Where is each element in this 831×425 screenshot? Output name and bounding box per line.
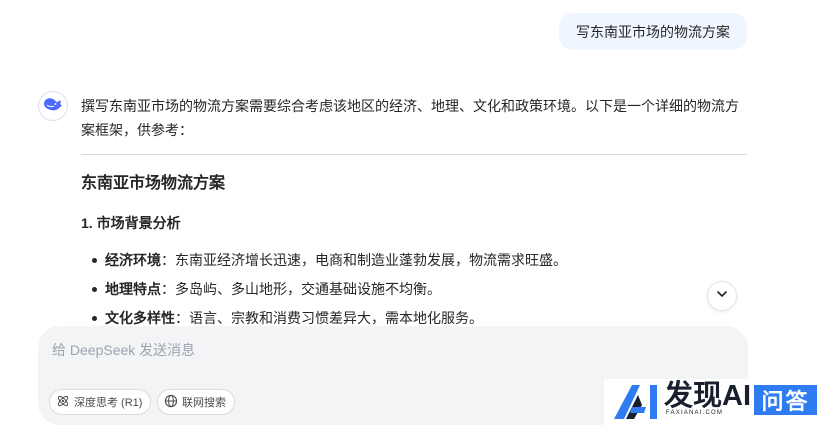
atom-icon <box>56 394 70 411</box>
chat-page: 写东南亚市场的物流方案 撰写东南亚市场的物流方案需要综合考虑该地区的经济、地理、… <box>0 0 831 425</box>
bullet-separator: ： <box>161 281 175 297</box>
list-item: 经济环境：东南亚经济增长迅速，电商和制造业蓬勃发展，物流需求旺盛。 <box>81 248 749 272</box>
user-message-text: 写东南亚市场的物流方案 <box>576 23 730 40</box>
deepseek-whale-icon <box>43 96 63 117</box>
user-message-bubble: 写东南亚市场的物流方案 <box>559 13 747 50</box>
bullet-term: 地理特点 <box>105 281 161 297</box>
section-title: 1. 市场背景分析 <box>81 215 181 231</box>
bullet-list: 经济环境：东南亚经济增长迅速，电商和制造业蓬勃发展，物流需求旺盛。 地理特点：多… <box>81 248 749 330</box>
web-search-label: 联网搜索 <box>182 397 226 409</box>
bullet-separator: ： <box>175 310 189 326</box>
deep-think-toggle[interactable]: 深度思考 (R1) <box>49 389 152 415</box>
divider <box>81 154 747 155</box>
deep-think-label: 深度思考 (R1) <box>74 397 143 409</box>
answer-heading: 东南亚市场物流方案 <box>81 175 226 192</box>
bullet-text: 语言、宗教和消费习惯差异大，需本地化服务。 <box>189 310 483 326</box>
watermark-logo: 发现AI FAXIANAI.COM 问答 <box>604 379 831 425</box>
watermark-brand: 发现AI <box>664 380 752 412</box>
bullet-text: 多岛屿、多山地形，交通基础设施不均衡。 <box>175 281 441 297</box>
bullet-term: 文化多样性 <box>105 310 175 326</box>
assistant-intro: 撰写东南亚市场的物流方案需要综合考虑该地区的经济、地理、文化和政策环境。以下是一… <box>81 98 739 138</box>
bullet-separator: ： <box>161 252 175 268</box>
web-search-toggle[interactable]: 联网搜索 <box>157 389 235 415</box>
assistant-avatar <box>38 91 68 121</box>
watermark-badge: 问答 <box>754 385 817 415</box>
chevron-down-icon <box>715 287 729 306</box>
bullet-text: 东南亚经济增长迅速，电商和制造业蓬勃发展，物流需求旺盛。 <box>175 252 567 268</box>
list-item: 地理特点：多岛屿、多山地形，交通基础设施不均衡。 <box>81 277 749 301</box>
bullet-term: 经济环境 <box>105 252 161 268</box>
scroll-to-bottom-button[interactable] <box>707 281 737 311</box>
watermark-domain: FAXIANAI.COM <box>666 410 724 416</box>
globe-icon <box>164 394 178 411</box>
message-input[interactable] <box>50 338 734 382</box>
assistant-message: 撰写东南亚市场的物流方案需要综合考虑该地区的经济、地理、文化和政策环境。以下是一… <box>81 94 749 335</box>
faxianai-logo-icon <box>612 383 662 425</box>
